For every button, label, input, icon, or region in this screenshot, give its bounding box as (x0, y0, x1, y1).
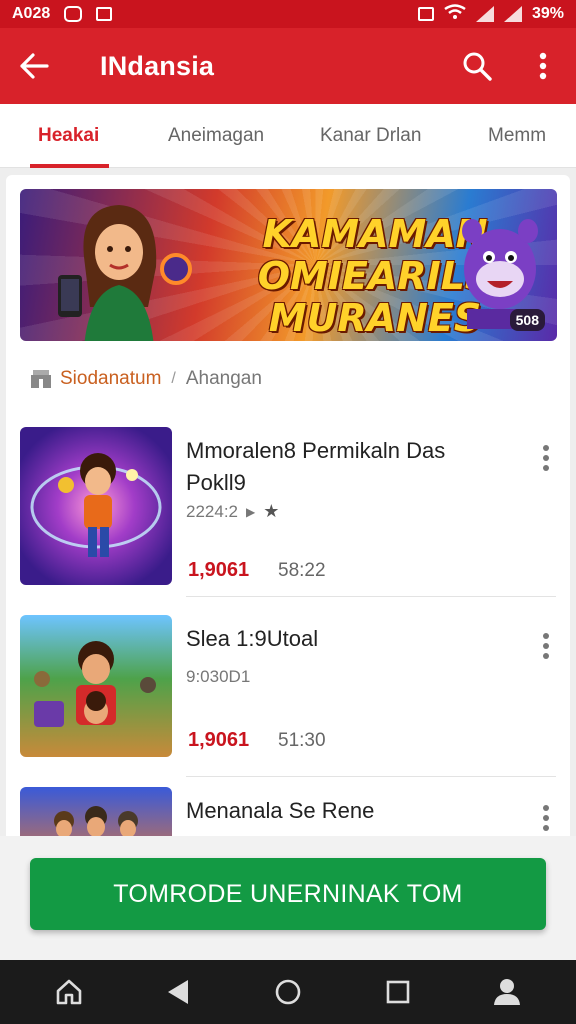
item-duration: 51:30 (278, 730, 326, 751)
cta-area: TOMRODE UNERNINAK TOM (0, 836, 576, 960)
nav-back-button[interactable] (150, 960, 206, 1024)
item-more-button[interactable] (538, 443, 554, 473)
item-meta-text: 9:030D1 (186, 667, 251, 686)
breadcrumb-current: Ahangan (185, 368, 262, 389)
status-time: A028 (12, 5, 51, 22)
nfc-icon (417, 7, 434, 21)
person-icon (494, 979, 521, 1005)
overflow-menu-button[interactable] (510, 28, 576, 104)
tab-aneimagan[interactable]: Aneimagan (168, 104, 264, 168)
banner-badge: 508 (509, 309, 545, 331)
item-meta-text: 2224:2 (186, 501, 238, 521)
item-title: Menanala Se Rene (186, 798, 375, 823)
store-icon (31, 370, 51, 388)
app-bar: INdansia (0, 28, 576, 104)
more-vert-icon (539, 52, 547, 80)
notification-icon (64, 6, 83, 22)
item-thumbnail (20, 427, 172, 585)
breadcrumb-separator: / (171, 370, 176, 387)
battery-text: 39% (531, 5, 564, 22)
home-icon (56, 979, 82, 1005)
wifi-icon (444, 3, 466, 25)
item-divider (186, 596, 556, 597)
item-meta: 9:030D1 (186, 667, 250, 687)
page-title: INdansia (100, 50, 215, 81)
nav-home-button[interactable] (41, 960, 97, 1024)
nav-profile-button[interactable] (479, 960, 535, 1024)
item-duration: 58:22 (278, 560, 326, 581)
breadcrumb: Siodanatum / Ahangan (30, 365, 262, 393)
item-price: 1,9061 (188, 729, 250, 751)
signal-icon (475, 6, 494, 22)
tab-kanar-drlan[interactable]: Kanar Drlan (320, 104, 421, 168)
item-thumbnail (20, 615, 172, 757)
star-icon: ★ (263, 501, 280, 521)
tab-memm[interactable]: Memm (488, 104, 546, 168)
status-bar: A028 39% (0, 0, 576, 28)
back-triangle-icon (168, 980, 189, 1004)
list-item[interactable]: Slea 1:9Utoal 9:030D1 1,9061 51:30 (20, 615, 556, 777)
tab-bar: Heakai Aneimagan Kanar Drlan Memm (0, 104, 576, 168)
message-icon (96, 7, 113, 21)
item-more-button[interactable] (538, 803, 554, 833)
item-price: 1,9061 (188, 559, 250, 581)
cta-button[interactable]: TOMRODE UNERNINAK TOM (30, 858, 546, 930)
item-more-button[interactable] (538, 631, 554, 661)
search-button[interactable] (444, 28, 510, 104)
content-area: KAMAMAN OMIEARILS MURANES 508 Siodanatum… (6, 175, 570, 845)
item-meta: 2224:2 ▶ ★ (186, 501, 279, 522)
tab-heakai[interactable]: Heakai (29, 104, 110, 168)
system-nav-bar (0, 960, 576, 1024)
list-item[interactable]: Mmoralen8 Permikaln Das Pokll9 2224:2 ▶ … (20, 427, 556, 597)
square-recents-icon (386, 980, 409, 1004)
circle-home-icon (275, 979, 301, 1005)
nav-recents-button[interactable] (370, 960, 426, 1024)
item-title: Mmoralen8 Permikaln Das Pokll9 (186, 438, 446, 495)
nav-circle-home-button[interactable] (260, 960, 316, 1024)
banner-character-girl (58, 205, 192, 341)
promo-banner[interactable]: KAMAMAN OMIEARILS MURANES 508 (20, 189, 557, 341)
breadcrumb-home[interactable]: Siodanatum (60, 368, 161, 390)
arrow-right-icon: ▶ (246, 504, 256, 519)
signal-2-icon (503, 6, 522, 22)
item-divider (186, 776, 556, 777)
arrow-left-icon (20, 53, 49, 79)
search-icon (463, 52, 492, 81)
back-button[interactable] (0, 28, 68, 104)
item-title: Slea 1:9Utoal (186, 626, 319, 651)
